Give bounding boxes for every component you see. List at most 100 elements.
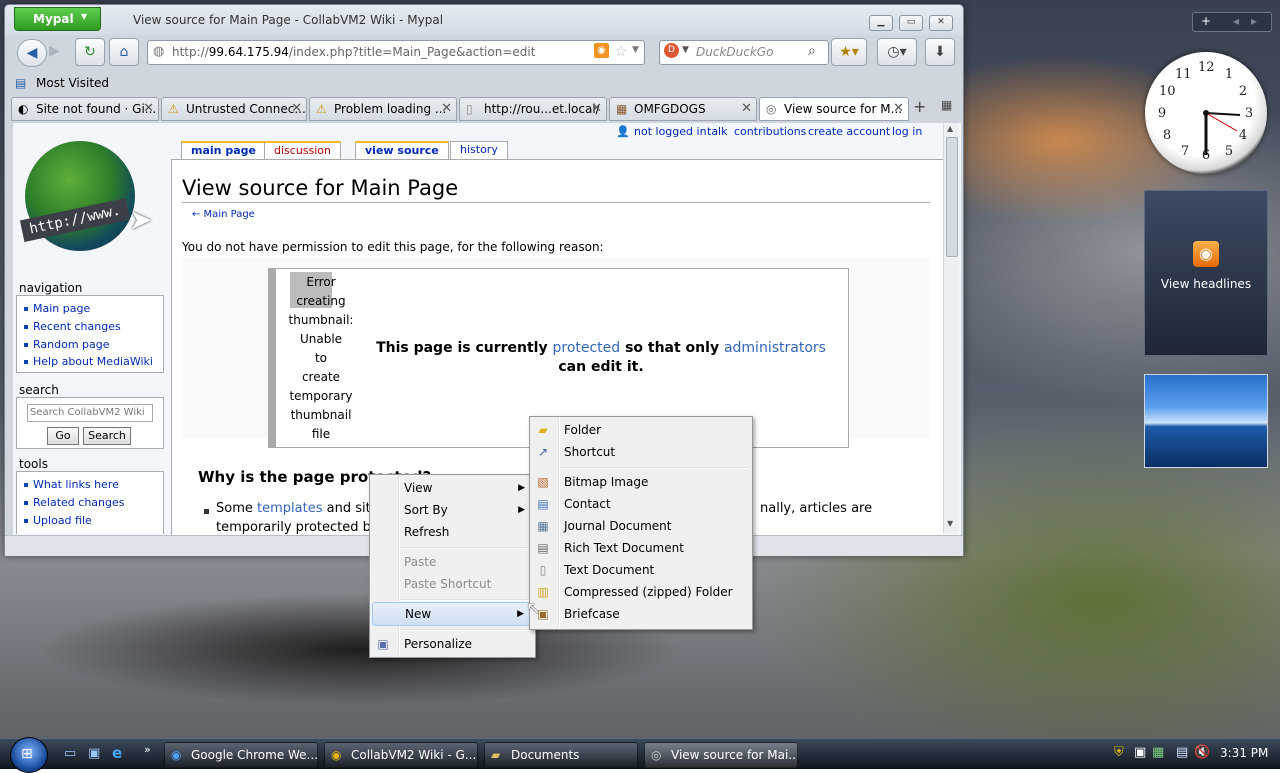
not-logged-in-link[interactable]: not logged in (634, 125, 707, 138)
feed-headlines-gadget[interactable]: ◉ View headlines (1144, 190, 1268, 356)
templates-link[interactable]: templates (257, 501, 322, 516)
search-bar[interactable]: D ▼ DuckDuckGo ⌕ (659, 40, 829, 65)
back-button[interactable]: ◀ (17, 39, 47, 67)
tab-site-not-found[interactable]: ◐ Site not found · Gi... ✕ (11, 97, 159, 121)
tab-close-icon[interactable]: ✕ (291, 98, 302, 120)
tab-close-icon[interactable]: ✕ (741, 98, 752, 120)
bookmark-star-icon[interactable]: ☆ (614, 42, 627, 60)
new-bitmap-item[interactable]: ▧ Bitmap Image (532, 471, 748, 493)
title-bar[interactable]: Mypal ▼ View source for Main Page - Coll… (5, 5, 963, 35)
tool-what-links-here[interactable]: What links here (24, 478, 119, 491)
reload-button[interactable]: ↻ (75, 38, 105, 66)
administrators-link[interactable]: administrators (724, 340, 826, 356)
nav-main-page[interactable]: Main page (23, 302, 90, 315)
app-menu-button[interactable]: Mypal (14, 7, 101, 31)
downloads-button[interactable]: ⬇ (925, 38, 955, 66)
search-engine-dropdown-icon[interactable]: ▼ (682, 45, 689, 55)
menu-item-sort-by[interactable]: Sort By ▶ (372, 499, 531, 521)
volume-muted-icon[interactable]: 🔇 (1194, 745, 1210, 760)
tab-untrusted-connection[interactable]: ⚠ Untrusted Connec... ✕ (161, 97, 307, 121)
create-account-link[interactable]: create account (808, 125, 890, 138)
tab-list-button[interactable]: ▦ (941, 98, 952, 112)
nav-recent-changes[interactable]: Recent changes (24, 320, 121, 333)
taskbar-documents[interactable]: ▰ Documents (484, 742, 638, 768)
url-text[interactable]: http://99.64.175.94/index.php?title=Main… (172, 45, 535, 59)
tab-view-source[interactable]: ◎ View source for M... ✕ (759, 97, 909, 121)
close-button[interactable]: ✕ (929, 15, 953, 31)
new-folder-item[interactable]: ▰ Folder (532, 419, 748, 441)
tab-view-source-page[interactable]: view source (355, 141, 449, 160)
talk-link[interactable]: talk (707, 125, 727, 138)
tab-close-icon[interactable]: ✕ (893, 98, 904, 120)
search-icon[interactable]: ⌕ (808, 43, 816, 59)
internet-explorer-icon[interactable]: e (112, 744, 122, 762)
clock-gadget[interactable]: 12 1 2 3 4 5 6 7 8 9 10 11 (1145, 52, 1267, 174)
tab-close-icon[interactable]: ✕ (143, 98, 154, 120)
taskbar-chrome-web[interactable]: ◉ Google Chrome We... (164, 742, 318, 768)
new-text-document-item[interactable]: ▯ Text Document (532, 559, 748, 581)
new-zip-folder-item[interactable]: ▥ Compressed (zipped) Folder (532, 581, 748, 603)
forward-button[interactable]: ▶ (49, 43, 60, 59)
back-to-main-page-link[interactable]: ← Main Page (192, 209, 255, 220)
next-icon[interactable]: ▸ (1251, 14, 1257, 28)
menu-item-personalize[interactable]: ▣ Personalize (372, 633, 531, 655)
tray-app2-icon[interactable]: ▦ (1152, 745, 1164, 760)
new-tab-button[interactable]: + (913, 97, 926, 116)
tool-upload-file[interactable]: Upload file (24, 514, 92, 527)
history-button[interactable]: ◷▾ (877, 38, 917, 66)
search-input[interactable]: DuckDuckGo (696, 45, 773, 59)
tab-close-icon[interactable]: ✕ (441, 98, 452, 120)
new-briefcase-item[interactable]: ▣ Briefcase (532, 603, 748, 625)
log-in-link[interactable]: log in (892, 125, 922, 138)
tab-problem-loading[interactable]: ⚠ Problem loading ... ✕ (309, 97, 457, 121)
url-bar[interactable]: ◍ http://99.64.175.94/index.php?title=Ma… (147, 40, 645, 65)
scroll-up-icon[interactable]: ▲ (947, 124, 953, 133)
home-button[interactable]: ⌂ (109, 38, 139, 66)
most-visited-bookmark[interactable]: Most Visited (36, 76, 109, 90)
wiki-logo[interactable]: http://www. ➤ (19, 137, 152, 259)
dropdown-arrow-icon[interactable]: ▼ (632, 45, 639, 55)
protected-link[interactable]: protected (552, 340, 620, 356)
new-shortcut-item[interactable]: ↗ Shortcut (532, 441, 748, 463)
go-button[interactable]: Go (47, 427, 79, 445)
show-desktop-icon[interactable]: ▭ (64, 746, 76, 761)
wiki-search-input[interactable]: Search CollabVM2 Wiki (27, 404, 153, 422)
tab-history[interactable]: history (450, 141, 508, 159)
page-scrollbar[interactable]: ▲ ▼ (943, 123, 959, 533)
slideshow-gadget[interactable] (1144, 374, 1268, 468)
search-button[interactable]: Search (83, 427, 131, 445)
duckduckgo-icon[interactable]: D (664, 43, 679, 58)
security-shield-icon[interactable]: ⛨ (1114, 745, 1124, 760)
menu-item-paste[interactable]: Paste (372, 551, 531, 573)
quicklaunch-overflow-icon[interactable]: » (144, 743, 151, 756)
nav-help[interactable]: Help about MediaWiki (24, 355, 153, 368)
bookmarks-button[interactable]: ★▾ (831, 38, 867, 66)
tab-router[interactable]: ▯ http://rou...et.local/ ✕ (459, 97, 607, 121)
new-rich-text-item[interactable]: ▤ Rich Text Document (532, 537, 748, 559)
rss-icon[interactable]: ◉ (594, 43, 609, 58)
switch-windows-icon[interactable]: ▣ (88, 746, 100, 761)
tab-close-icon[interactable]: ✕ (591, 98, 602, 120)
network-icon[interactable]: ▤ (1176, 745, 1188, 760)
prev-icon[interactable]: ◂ (1233, 14, 1239, 28)
menu-item-view[interactable]: View ▶ (372, 477, 531, 499)
taskbar-view-source[interactable]: ◎ View source for Mai... (644, 742, 798, 768)
tab-omfgdogs[interactable]: ▦ OMFGDOGS ✕ (609, 97, 757, 121)
new-journal-item[interactable]: ▦ Journal Document (532, 515, 748, 537)
tray-app-icon[interactable]: ▣ (1134, 745, 1146, 760)
clock-time[interactable]: 3:31 PM (1220, 746, 1268, 760)
sidebar-controls[interactable]: + ◂ ▸ (1192, 12, 1272, 32)
scroll-down-icon[interactable]: ▼ (947, 519, 953, 528)
menu-item-new[interactable]: New ▶ (372, 602, 531, 626)
add-gadget-icon[interactable]: + (1201, 14, 1211, 28)
tool-related-changes[interactable]: Related changes (24, 496, 125, 509)
tab-discussion[interactable]: discussion (264, 141, 342, 160)
nav-random-page[interactable]: Random page (24, 338, 110, 351)
contributions-link[interactable]: contributions (734, 125, 806, 138)
tab-main-page[interactable]: main page (181, 141, 266, 160)
feed-label[interactable]: View headlines (1145, 277, 1267, 291)
scrollbar-thumb[interactable] (946, 137, 958, 257)
minimize-button[interactable]: ▁ (869, 15, 893, 31)
menu-item-refresh[interactable]: Refresh (372, 521, 531, 543)
maximize-button[interactable]: ▭ (899, 15, 923, 31)
